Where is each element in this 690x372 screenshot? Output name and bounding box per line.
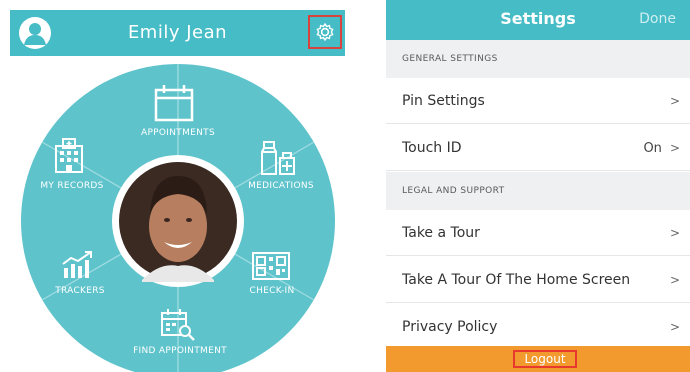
segment-my-records[interactable]: MY RECORDS [24,181,120,191]
section-legal-support: LEGAL AND SUPPORT [386,172,690,210]
touch-id-value: On [643,141,662,156]
row-label: Pin Settings [402,93,485,109]
chevron-right-icon: > [669,94,680,108]
row-label: Take A Tour Of The Home Screen [402,272,631,288]
settings-button[interactable] [308,15,342,49]
segment-find-appointment[interactable]: FIND APPOINTMENT [120,346,240,356]
row-take-tour-home[interactable]: Take A Tour Of The Home Screen > [386,257,690,303]
logout-button[interactable]: Logout [513,350,577,368]
row-label: Touch ID [402,140,462,156]
medicine-bottles-icon [261,141,295,175]
row-take-tour[interactable]: Take a Tour > [386,210,690,256]
home-header: Emily Jean [10,10,345,56]
calendar-search-icon [161,309,195,341]
chevron-right-icon: > [669,141,680,155]
logout-bar: Logout [386,346,690,372]
trend-chart-icon [62,251,92,278]
settings-header: Settings Done [386,0,690,40]
segment-check-in[interactable]: CHECK-IN [232,286,312,296]
home-screen: APPOINTMENTS MEDICATIONS CHECK-IN FIND A… [0,0,350,372]
row-touch-id[interactable]: Touch ID On > [386,125,690,171]
chevron-right-icon: > [669,226,680,240]
row-privacy-policy[interactable]: Privacy Policy > [386,304,690,350]
row-label: Take a Tour [402,225,480,241]
qr-code-icon [252,252,290,280]
row-label: Privacy Policy [402,319,498,335]
chevron-right-icon: > [669,273,680,287]
calendar-icon [154,85,194,122]
row-pin-settings[interactable]: Pin Settings > [386,78,690,124]
user-name: Emily Jean [127,22,228,43]
done-button[interactable]: Done [639,0,676,38]
hospital-icon [55,138,83,173]
gear-icon [316,22,334,42]
settings-screen: Settings Done GENERAL SETTINGS Pin Setti… [386,0,690,372]
segment-appointments[interactable]: APPOINTMENTS [128,128,228,138]
section-general-settings: GENERAL SETTINGS [386,40,690,78]
chevron-right-icon: > [669,320,680,334]
segment-medications[interactable]: MEDICATIONS [236,181,326,191]
segment-trackers[interactable]: TRACKERS [40,286,120,296]
